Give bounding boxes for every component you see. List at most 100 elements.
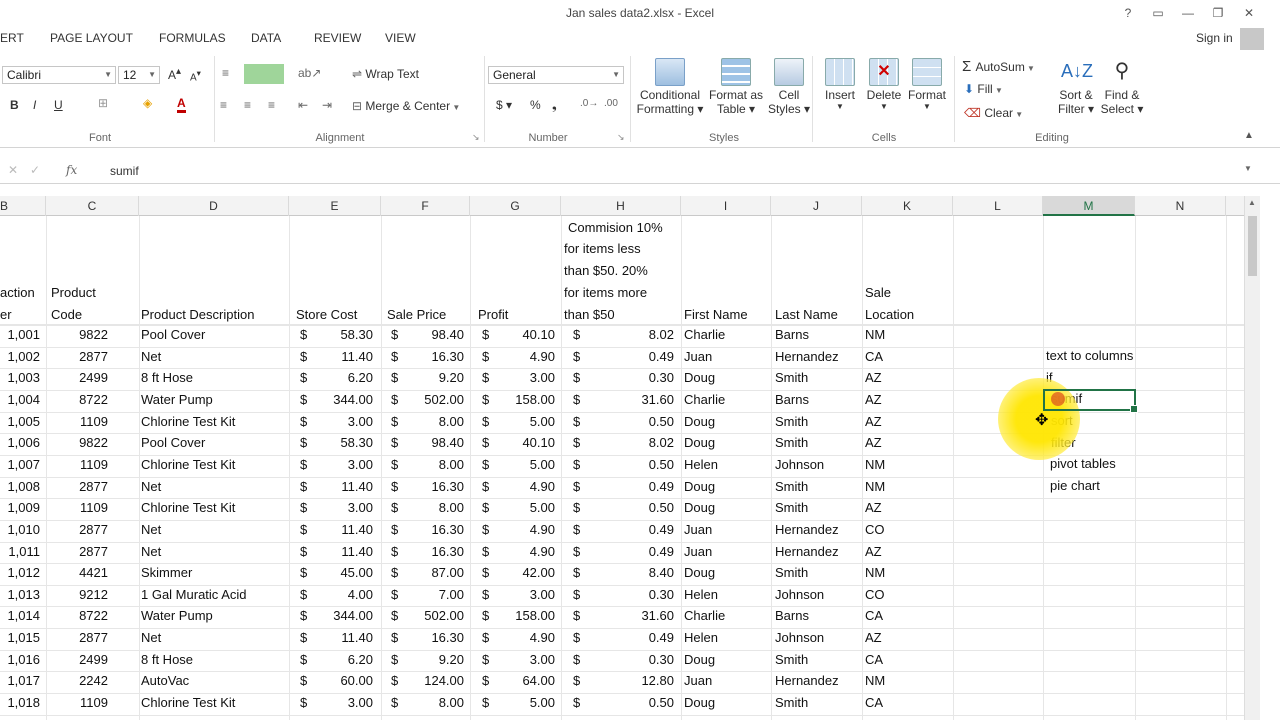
cell-commission[interactable]: 31.60 [573,606,674,626]
topic-list-item[interactable]: text to columns [1046,346,1133,366]
cell-product-description[interactable]: Net [141,628,286,648]
cell-sale-location[interactable]: NM [865,477,945,497]
header-cell-transaction-2[interactable]: er [0,304,12,326]
scroll-thumb[interactable] [1248,216,1257,276]
cell-product-code[interactable]: 2877 [46,520,108,540]
cell-store-cost[interactable]: 58.30 [300,433,373,453]
cell-last-name[interactable]: Hernandez [775,671,861,691]
tab-review[interactable]: REVIEW [314,31,361,45]
cell-product-description[interactable]: Water Pump [141,606,286,626]
format-cells-button[interactable]: Format ▼ [904,58,950,111]
decrease-indent-icon[interactable]: ⇤ [298,98,308,112]
cell-transaction[interactable]: 1,009 [0,498,40,518]
cell-styles-button[interactable]: Cell Styles ▾ [766,58,812,116]
cell-product-code[interactable]: 2877 [46,628,108,648]
cell-store-cost[interactable]: 3.00 [300,498,373,518]
cell-sale-location[interactable]: AZ [865,368,945,388]
cell-transaction[interactable]: 1,018 [0,693,40,713]
cell-sale-price[interactable]: 8.00 [391,693,464,713]
cell-transaction[interactable]: 1,011 [0,542,40,562]
cell-product-code[interactable]: 1109 [46,498,108,518]
cell-profit[interactable]: 158.00 [482,390,555,410]
font-size-box[interactable]: 12 ▼ [118,66,160,84]
cell-product-description[interactable]: Net [141,542,286,562]
cell-product-code[interactable]: 1109 [46,412,108,432]
cell-sale-location[interactable]: NM [865,671,945,691]
cell-product-description[interactable]: 1 Gal Muratic Acid [141,585,286,605]
column-header[interactable]: H [561,196,681,216]
cell-store-cost[interactable]: 3.00 [300,412,373,432]
cell-store-cost[interactable]: 11.40 [300,542,373,562]
cell-sale-price[interactable]: 98.40 [391,433,464,453]
cell-product-description[interactable]: Net [141,520,286,540]
autosum-button[interactable]: Σ AutoSum ▼ [962,58,1035,75]
cell-commission[interactable]: 0.30 [573,368,674,388]
scroll-up-icon[interactable]: ▲ [1248,198,1256,207]
cell-transaction[interactable]: 1,001 [0,325,40,345]
header-cell-commission[interactable]: Commision 10% [568,217,663,239]
cell-store-cost[interactable]: 60.00 [300,671,373,691]
cell-product-description[interactable]: Skimmer [141,563,286,583]
cell-profit[interactable]: 5.00 [482,498,555,518]
cell-profit[interactable]: 3.00 [482,585,555,605]
header-cell-commission-3[interactable]: than $50. 20% [564,260,648,282]
cell-profit[interactable]: 158.00 [482,606,555,626]
cell-transaction[interactable]: 1,010 [0,520,40,540]
column-header[interactable]: D [139,196,289,216]
cell-first-name[interactable]: Helen [684,455,770,475]
header-cell-sale-location[interactable]: Sale [865,282,891,304]
cell-store-cost[interactable]: 11.40 [300,520,373,540]
font-name-box[interactable]: Calibri ▼ [2,66,116,84]
formula-input[interactable]: sumif [110,164,139,178]
cell-sale-location[interactable]: AZ [865,542,945,562]
cell-sale-price[interactable]: 7.00 [391,585,464,605]
orientation-icon[interactable]: ab↗ [298,66,321,80]
decrease-decimal-icon[interactable]: .00 [604,98,618,109]
column-header[interactable]: I [681,196,771,216]
cell-first-name[interactable]: Doug [684,498,770,518]
cell-last-name[interactable]: Smith [775,693,861,713]
tab-insert[interactable]: ERT [0,31,24,45]
cell-product-code[interactable]: 1109 [46,455,108,475]
cell-first-name[interactable]: Charlie [684,325,770,345]
cell-sale-location[interactable]: NM [865,455,945,475]
cell-sale-location[interactable]: AZ [865,412,945,432]
cell-profit[interactable]: 5.00 [482,455,555,475]
header-cell-transaction[interactable]: action [0,282,35,304]
cell-transaction[interactable]: 1,016 [0,650,40,670]
underline-icon[interactable]: U [54,98,63,112]
cell-sale-price[interactable]: 98.40 [391,325,464,345]
cell-product-description[interactable]: Pool Cover [141,325,286,345]
header-cell-store-cost[interactable]: Store Cost [296,304,357,326]
cell-product-code[interactable]: 2499 [46,368,108,388]
cell-product-description[interactable]: Net [141,347,286,367]
cell-commission[interactable]: 8.40 [573,563,674,583]
delete-cells-button[interactable]: ✕ Delete ▼ [862,58,906,111]
cell-product-code[interactable]: 8722 [46,606,108,626]
cell-last-name[interactable]: Smith [775,412,861,432]
cell-store-cost[interactable]: 6.20 [300,368,373,388]
cell-store-cost[interactable]: 58.30 [300,325,373,345]
column-header[interactable]: B [0,196,46,216]
cell-product-description[interactable]: Net [141,477,286,497]
cell-store-cost[interactable]: 3.00 [300,455,373,475]
cell-last-name[interactable]: Hernandez [775,542,861,562]
restore-icon[interactable]: ❐ [1207,4,1229,22]
cell-transaction[interactable]: 1,005 [0,412,40,432]
cell-last-name[interactable]: Hernandez [775,520,861,540]
cell-sale-price[interactable]: 16.30 [391,628,464,648]
topic-list-item[interactable]: pivot tables [1050,454,1116,474]
cell-profit[interactable]: 3.00 [482,650,555,670]
cell-commission[interactable]: 0.50 [573,455,674,475]
cell-first-name[interactable]: Charlie [684,606,770,626]
header-cell-first-name[interactable]: First Name [684,304,748,326]
cell-product-description[interactable]: Pool Cover [141,433,286,453]
bold-icon[interactable]: B [10,98,19,112]
clear-button[interactable]: ⌫ Clear ▼ [964,106,1023,120]
cell-sale-location[interactable]: CO [865,585,945,605]
column-header[interactable]: G [470,196,561,216]
comma-style-icon[interactable]: ❟ [552,98,557,113]
cell-commission[interactable]: 0.49 [573,542,674,562]
cell-product-description[interactable]: Chlorine Test Kit [141,412,286,432]
cell-sale-price[interactable]: 8.00 [391,455,464,475]
